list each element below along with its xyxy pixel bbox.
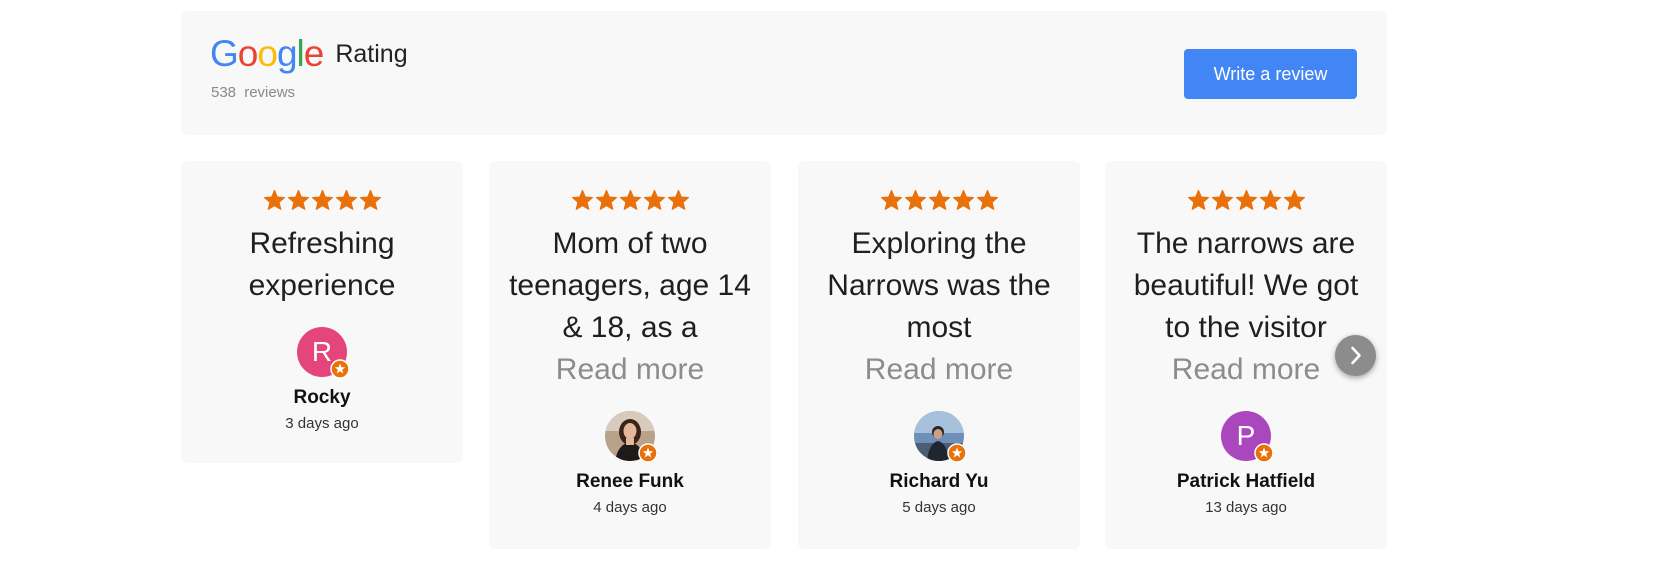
star-icon xyxy=(1211,189,1233,210)
rating-title-row: Google Rating xyxy=(210,35,408,72)
review-text: Exploring the Narrows was the most xyxy=(816,223,1062,349)
review-body: Exploring the Narrows was the most xyxy=(827,227,1051,344)
rating-label: Rating xyxy=(335,40,408,68)
star-icon xyxy=(1187,189,1209,210)
star-icon xyxy=(880,189,902,210)
star-icon xyxy=(619,189,641,210)
google-logo: Google xyxy=(210,33,325,74)
reviewer-name[interactable]: Richard Yu xyxy=(798,471,1080,493)
star-icon xyxy=(335,189,357,210)
rating-header: Google Rating 538 reviews Write a review xyxy=(181,11,1387,135)
review-text: Mom of two teenagers, age 14 & 18, as a xyxy=(507,223,753,349)
review-date: 4 days ago xyxy=(593,499,667,516)
review-date: 5 days ago xyxy=(902,499,976,516)
star-icon xyxy=(263,189,285,210)
review-text: The narrows are beautiful! We got to the… xyxy=(1123,223,1369,349)
carousel-next-button[interactable] xyxy=(1335,335,1376,376)
star-rating xyxy=(1105,189,1387,215)
star-icon xyxy=(904,189,926,210)
review-card: Exploring the Narrows was the most Read … xyxy=(798,161,1080,549)
star-icon xyxy=(287,189,309,210)
star-icon xyxy=(667,189,689,210)
star-icon xyxy=(928,189,950,210)
local-guide-star-icon xyxy=(330,359,350,379)
local-guide-star-icon xyxy=(1254,443,1274,463)
review-body: The narrows are beautiful! We got to the… xyxy=(1133,227,1359,344)
logo-letter: o xyxy=(257,33,278,74)
review-date: 3 days ago xyxy=(285,415,359,432)
star-icon xyxy=(1259,189,1281,210)
star-icon xyxy=(976,189,998,210)
star-rating xyxy=(181,189,463,215)
star-icon xyxy=(643,189,665,210)
star-icon xyxy=(359,189,381,210)
logo-letter: g xyxy=(276,33,298,74)
write-review-button[interactable]: Write a review xyxy=(1184,49,1357,99)
read-more-link[interactable]: Read more xyxy=(798,349,1080,391)
reviewer-name[interactable]: Patrick Hatfield xyxy=(1105,471,1387,493)
star-rating xyxy=(798,189,1080,215)
logo-letter: l xyxy=(296,33,305,74)
star-rating xyxy=(489,189,771,215)
reviewer-avatar[interactable] xyxy=(605,411,658,463)
star-icon xyxy=(595,189,617,210)
review-body: Mom of two teenagers, age 14 & 18, as a xyxy=(509,227,751,344)
review-count: 538 reviews xyxy=(211,84,296,101)
chevron-right-icon xyxy=(1351,346,1361,365)
logo-letter: o xyxy=(237,33,259,74)
star-icon xyxy=(1283,189,1305,210)
reviewer-avatar[interactable]: P xyxy=(1221,411,1274,463)
reviewer-avatar[interactable]: R xyxy=(297,327,350,379)
logo-letter: G xyxy=(210,33,239,74)
reviewer-avatar[interactable] xyxy=(914,411,967,463)
star-icon xyxy=(571,189,593,210)
review-text: Refreshing experience xyxy=(199,223,445,307)
local-guide-star-icon xyxy=(638,443,658,463)
local-guide-star-icon xyxy=(947,443,967,463)
reviewer-name[interactable]: Renee Funk xyxy=(489,471,771,493)
star-icon xyxy=(311,189,333,210)
review-card: Refreshing experience R Rocky 3 days ago xyxy=(181,161,463,463)
logo-letter: e xyxy=(303,33,325,74)
read-more-link[interactable]: Read more xyxy=(489,349,771,391)
review-card: Mom of two teenagers, age 14 & 18, as a … xyxy=(489,161,771,549)
reviewer-name[interactable]: Rocky xyxy=(181,387,463,409)
review-body: Refreshing experience xyxy=(248,227,396,302)
star-icon xyxy=(1235,189,1257,210)
review-date: 13 days ago xyxy=(1205,499,1287,516)
star-icon xyxy=(952,189,974,210)
